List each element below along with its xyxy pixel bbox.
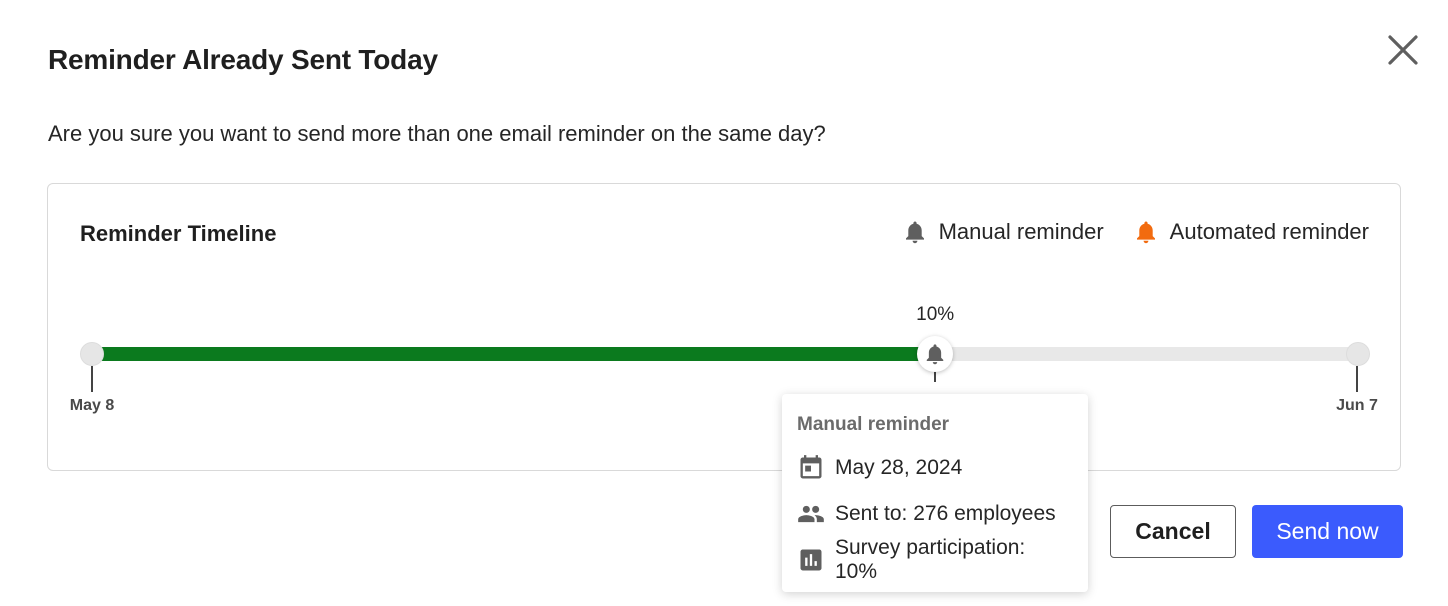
timeline-progress-fill [92,347,936,361]
close-button[interactable] [1384,31,1422,69]
timeline-end-point [1346,342,1370,366]
tooltip-participation: Survey participation: 10% [835,536,1026,583]
reminder-dialog: Reminder Already Sent Today Are you sure… [0,0,1448,606]
timeline-start-date: May 8 [69,397,115,414]
timeline-track [92,347,1358,361]
legend-manual-label: Manual reminder [938,219,1104,244]
dialog-title: Reminder Already Sent Today [48,44,438,75]
reminder-tooltip: Manual reminder May 28, 2024 Sent to: 27… [782,394,1088,592]
cancel-button[interactable]: Cancel [1110,505,1236,558]
legend-automated-reminder: Automated reminder [1134,219,1369,245]
timeline-end-date: Jun 7 [1336,397,1378,414]
reminder-marker[interactable] [917,336,954,372]
send-now-button[interactable]: Send now [1252,505,1403,558]
timeline-end-tick [1356,366,1358,392]
bell-icon [926,344,944,365]
bar-chart-icon [800,549,822,571]
bell-icon [1136,221,1155,244]
tooltip-title: Manual reminder [797,414,950,435]
timeline-start-point [80,342,104,366]
reminder-timeline-card: Reminder Timeline Manual reminder Automa… [47,183,1401,471]
tooltip-sent-row: Sent to: 276 employees [797,499,1073,529]
dialog-message: Are you sure you want to send more than … [48,121,826,146]
tooltip-sent-to: Sent to: 276 employees [835,502,1056,525]
bell-icon [905,221,924,244]
timeline-start-tick [91,366,93,392]
people-icon [798,505,824,523]
timeline-title: Reminder Timeline [80,221,277,246]
tooltip-date-row: May 28, 2024 [797,453,1073,483]
calendar-icon [800,455,822,479]
close-icon [1388,35,1418,65]
timeline-legend: Manual reminder Automated reminder [903,219,1369,245]
tooltip-date: May 28, 2024 [835,456,963,479]
marker-percent-label: 10% [916,304,955,325]
tooltip-participation-row: Survey participation: 10% [797,536,1073,583]
legend-manual-reminder: Manual reminder [903,219,1104,245]
legend-automated-label: Automated reminder [1169,219,1369,244]
